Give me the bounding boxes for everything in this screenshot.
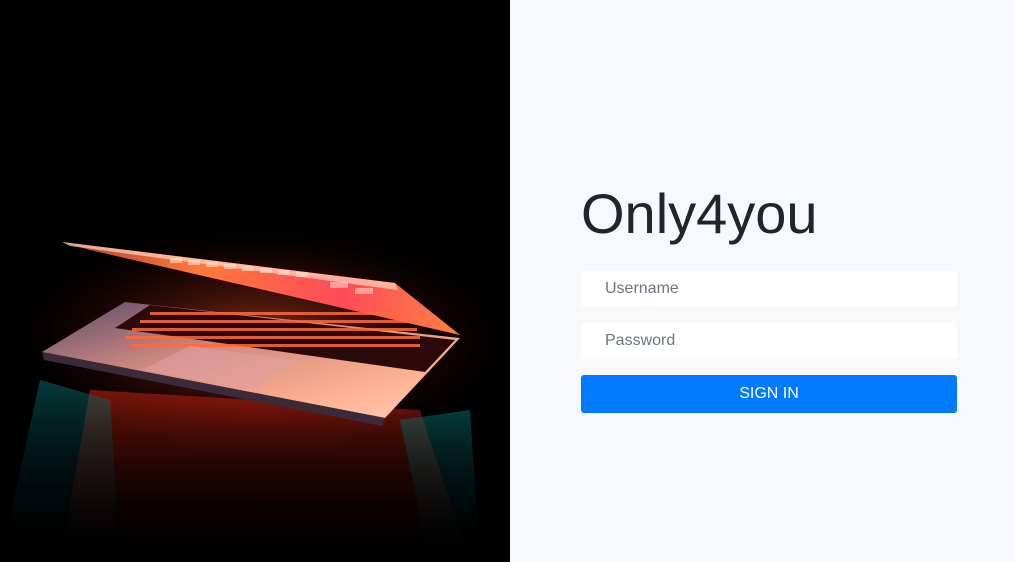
sign-in-button[interactable]: SIGN IN: [581, 375, 957, 413]
login-page: Only4you SIGN IN: [0, 0, 1015, 562]
login-panel: Only4you SIGN IN: [510, 0, 1015, 562]
brand-title: Only4you: [581, 182, 818, 245]
hero-image: [0, 0, 510, 562]
username-input[interactable]: [581, 271, 957, 307]
laptop-photo: [0, 0, 510, 562]
password-input[interactable]: [581, 323, 957, 359]
login-form: Only4you SIGN IN: [581, 182, 957, 413]
